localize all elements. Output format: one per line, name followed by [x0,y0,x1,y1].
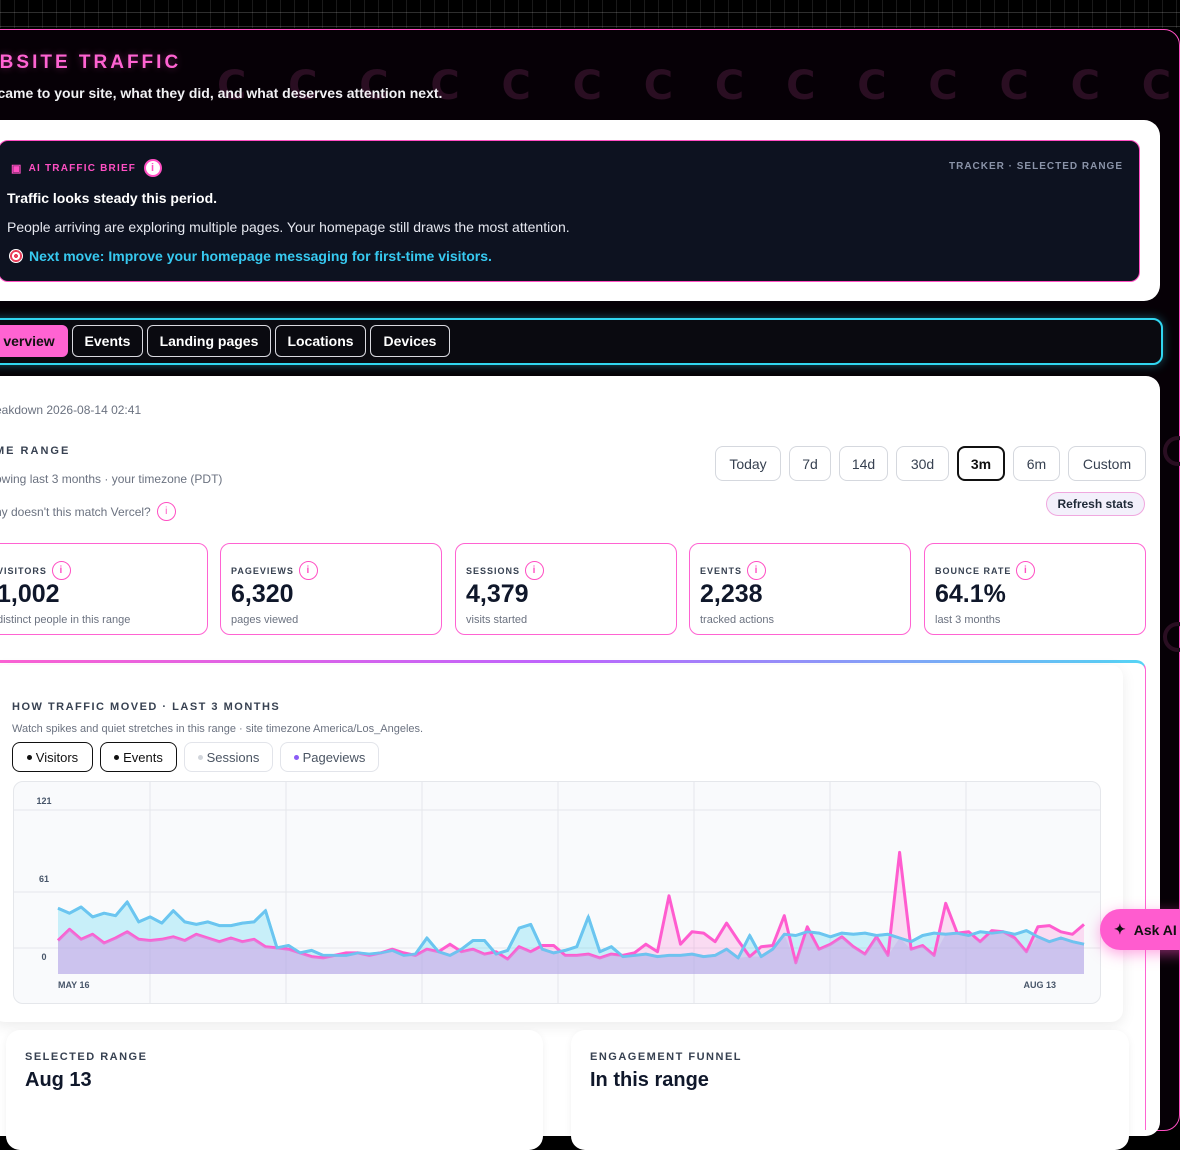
toggle-label: Pageviews [302,749,366,765]
range-today-button[interactable]: Today [715,446,781,481]
y-tick-label: 61 [39,874,49,884]
traffic-plot-svg: 121 61 0 MAY 16 AUG 13 [14,782,1100,1003]
range-6m-button[interactable]: 6m [1013,446,1060,481]
selected-range-card: SELECTED RANGE Aug 13 [6,1030,543,1150]
brief-eyebrow-label: AI TRAFFIC BRIEF [28,162,137,174]
toggle-visitors[interactable]: Visitors [12,742,93,772]
stat-caption: tracked actions [700,614,774,626]
tab-events[interactable]: Events [72,325,143,357]
range-label: ME RANGE [0,445,71,457]
stat-label-text: BOUNCE RATE [935,565,1012,576]
range-7d-button[interactable]: 7d [789,446,831,481]
traffic-chart-card: HOW TRAFFIC MOVED · LAST 3 MONTHS Watch … [0,665,1123,1022]
tab-overview[interactable]: verview [0,325,68,357]
stat-label-text: EVENTS [700,565,743,576]
info-icon[interactable]: i [298,561,318,580]
toggle-label: Visitors [35,749,79,765]
series-dot [293,754,299,760]
series-dot [197,754,203,760]
stat-value: 64.1% [935,580,1006,608]
info-icon[interactable]: i [525,561,545,580]
stat-label: BOUNCE RATE i [935,561,1036,580]
robot-icon: ▣ [11,162,23,175]
main-panel: eakdown 2026-08-14 02:41 ME RANGE owing … [0,376,1160,1150]
stat-value: 2,238 [700,580,763,608]
tab-locations[interactable]: Locations [275,325,366,357]
card-value: In this range [590,1069,709,1091]
ask-ai-button[interactable]: ✦ Ask AI [1100,909,1180,950]
stat-caption: last 3 months [935,614,1001,626]
traffic-plot: 121 61 0 MAY 16 AUG 13 [13,781,1101,1004]
brief-headline: Traffic looks steady this period. [7,190,218,206]
brief-next-label: Next move: Improve your homepage messagi… [29,248,492,264]
stat-card-sessions: SESSIONS i 4,379 visits started [455,543,677,635]
card-title: ENGAGEMENT FUNNEL [590,1051,742,1063]
range-description: owing last 3 months · your timezone (PDT… [0,472,223,486]
page-subtitle: o came to your site, what they did, and … [0,85,443,101]
stat-label: VISITORS i [0,561,71,580]
stat-caption: distinct people in this range [0,614,131,626]
ask-ai-label: Ask AI [1133,921,1177,938]
stat-card-visitors: VISITORS i 1,002 distinct people in this … [0,543,208,635]
tab-bar: verview Events Landing pages Locations D… [0,318,1163,365]
info-icon[interactable]: i [144,159,163,177]
brief-scope: TRACKER · SELECTED RANGE [948,161,1123,172]
y-tick-label: 0 [41,952,46,962]
stat-label-text: SESSIONS [466,565,521,576]
toggle-pageviews[interactable]: Pageviews [280,742,379,772]
breadcrumb: eakdown 2026-08-14 02:41 [0,403,142,417]
ai-brief-card: ▣ AI TRAFFIC BRIEF i TRACKER · SELECTED … [0,140,1140,282]
series-dot [26,754,32,760]
stat-label-text: PAGEVIEWS [231,565,294,576]
brief-eyebrow: ▣ AI TRAFFIC BRIEF i [11,159,163,177]
chart-subtitle: Watch spikes and quiet stretches in this… [12,723,424,735]
info-icon[interactable]: i [156,502,176,521]
info-icon[interactable]: i [51,561,71,580]
tab-landing-pages[interactable]: Landing pages [147,325,271,357]
vercel-mismatch-help[interactable]: hy doesn't this match Vercel? i [0,502,176,521]
sparkle-icon: ✦ [1114,921,1126,937]
info-icon[interactable]: i [1016,561,1036,580]
page-title: EBSITE TRAFFIC [0,52,182,73]
tab-devices[interactable]: Devices [370,325,450,357]
stat-caption: visits started [466,614,528,626]
y-tick-label: 121 [36,796,51,806]
stat-label: SESSIONS i [466,561,545,580]
info-icon[interactable]: i [747,561,767,580]
brief-body: People arriving are exploring multiple p… [7,219,570,235]
toggle-events[interactable]: Events [100,742,177,772]
vercel-mismatch-label: hy doesn't this match Vercel? [0,504,151,519]
stat-value: 6,320 [231,580,294,608]
card-title: SELECTED RANGE [25,1051,148,1063]
stat-label: PAGEVIEWS i [231,561,318,580]
card-value: Aug 13 [25,1069,92,1091]
series-dot [114,754,120,760]
toggle-label: Events [123,749,163,765]
stat-label-text: VISITORS [0,565,47,576]
toggle-label: Sessions [206,749,260,765]
range-3m-button[interactable]: 3m [957,446,1005,481]
range-14d-button[interactable]: 14d [839,446,888,481]
engagement-funnel-card: ENGAGEMENT FUNNEL In this range [571,1030,1129,1150]
range-custom-button[interactable]: Custom [1068,446,1146,481]
top-grid-decoration [0,0,1180,28]
stat-value: 1,002 [0,580,60,608]
x-tick-label: MAY 16 [58,980,90,990]
stat-card-bounce-rate: BOUNCE RATE i 64.1% last 3 months [924,543,1146,635]
target-icon [9,249,23,263]
x-tick-label: AUG 13 [1023,980,1056,990]
brief-next-move[interactable]: Next move: Improve your homepage messagi… [9,248,492,264]
stat-card-events: EVENTS i 2,238 tracked actions [689,543,911,635]
stat-value: 4,379 [466,580,529,608]
stat-caption: pages viewed [231,614,299,626]
stat-card-pageviews: PAGEVIEWS i 6,320 pages viewed [220,543,442,635]
range-30d-button[interactable]: 30d [896,446,949,481]
toggle-sessions[interactable]: Sessions [184,742,273,772]
chart-title: HOW TRAFFIC MOVED · LAST 3 MONTHS [12,701,281,713]
refresh-stats-button[interactable]: Refresh stats [1046,492,1145,516]
stat-label: EVENTS i [700,561,767,580]
brief-section: ▣ AI TRAFFIC BRIEF i TRACKER · SELECTED … [0,120,1160,301]
